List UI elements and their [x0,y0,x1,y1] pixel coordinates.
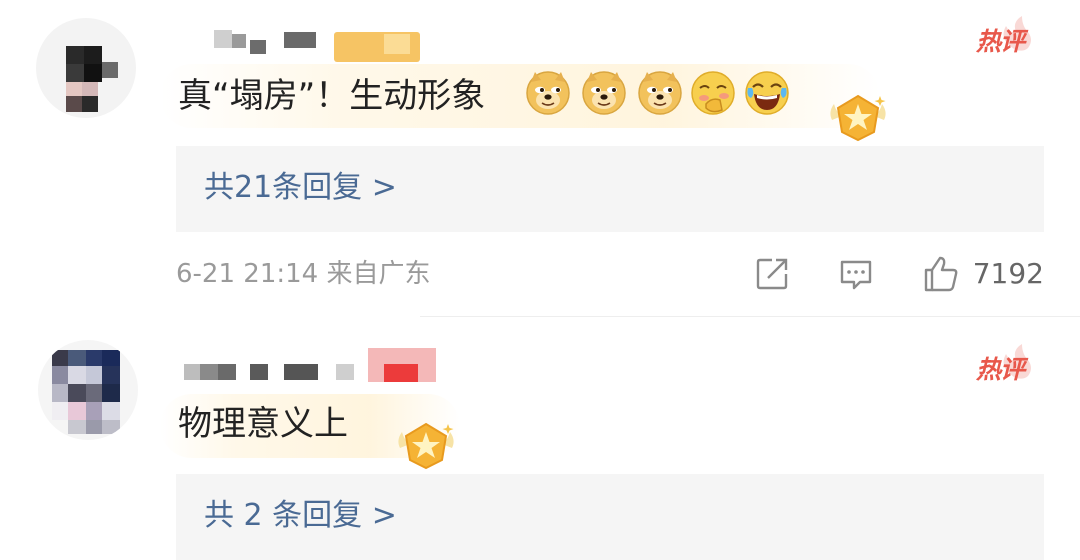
timestamp: 6-21 21:14 来自广东 [176,259,431,289]
comment-item: 热评 真“塌房”！生动形象 共21条回复 > 6-21 21:14 来自广东 7… [0,0,1080,318]
hot-comment-label: 热评 [976,355,1025,384]
avatar-mosaic [38,340,138,440]
avatar-mosaic [36,18,136,118]
avatar[interactable] [36,18,136,118]
star-badge-icon [829,95,887,141]
like-icon[interactable] [920,254,960,294]
comment-icon[interactable] [836,254,876,294]
hot-comment-badge: 热评 [976,342,1040,384]
replies-box[interactable]: 共 2 条回复 > [176,474,1044,560]
laugh-cry-emoji [745,71,789,115]
view-replies-link[interactable]: 共21条回复 > [204,168,397,208]
share-icon[interactable] [752,254,792,294]
comment-item: 热评 物理意义上 共 2 条回复 > [0,318,1080,560]
hot-comment-label: 热评 [976,27,1025,56]
avatar[interactable] [38,340,138,440]
doge-emoji [638,71,682,115]
doge-emoji [526,71,570,115]
divider [420,316,1080,317]
comment-meta: 6-21 21:14 来自广东 7192 [176,252,1044,296]
view-replies-link[interactable]: 共 2 条回复 > [204,496,397,536]
comment-text: 物理意义上 [178,404,348,444]
doge-emoji [582,71,626,115]
replies-box[interactable]: 共21条回复 > [176,146,1044,232]
shy-face-emoji [691,71,735,115]
hot-comment-badge: 热评 [976,14,1040,56]
username-blurred[interactable] [214,30,420,62]
like-count: 7192 [972,257,1044,290]
username-blurred[interactable] [184,348,438,384]
comment-text: 真“塌房”！生动形象 [178,76,486,116]
star-badge-icon [397,423,455,469]
